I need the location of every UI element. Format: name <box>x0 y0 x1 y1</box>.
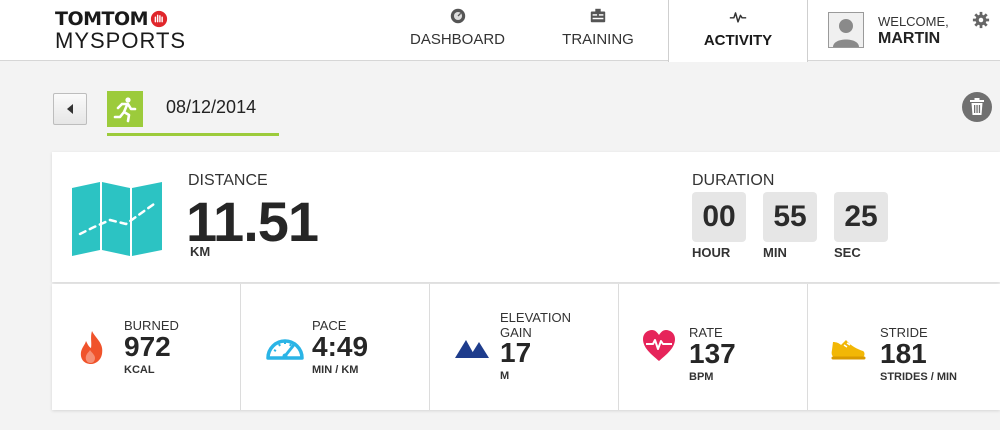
delete-activity-button[interactable] <box>962 92 992 122</box>
stat-rate-unit: BPM <box>689 371 714 383</box>
heartbeat-icon <box>729 12 747 23</box>
duration-minutes: 55 <box>763 192 817 242</box>
stat-rate-value: 137 <box>689 338 736 369</box>
running-icon <box>113 97 137 123</box>
duration-hours-unit: HOUR <box>692 245 731 260</box>
avatar[interactable] <box>828 12 864 48</box>
heart-rate-icon <box>643 330 675 361</box>
flame-icon <box>80 331 103 364</box>
nav-dashboard-label: DASHBOARD <box>409 31 506 48</box>
logo-product-text: MYSPORTS <box>55 28 187 53</box>
duration-seconds: 25 <box>834 192 888 242</box>
sport-type-badge <box>107 91 143 127</box>
nav-training[interactable]: TRAINING <box>548 0 648 61</box>
dashboard-icon <box>450 8 465 24</box>
duration-minutes-unit: MIN <box>763 245 787 260</box>
stat-elevation-gain: ELEVATION GAIN 17 M <box>430 284 618 410</box>
welcome-text: WELCOME, <box>878 14 949 29</box>
stat-burned-value: 972 <box>124 331 171 362</box>
stat-elevation-label: ELEVATION GAIN <box>500 310 571 340</box>
nav-activity[interactable]: ACTIVITY <box>668 0 808 62</box>
stat-pace: PACE 4:49 MIN / KM <box>241 284 429 410</box>
stat-elevation-label-line1: ELEVATION <box>500 310 572 325</box>
nav-dashboard[interactable]: DASHBOARD <box>400 0 515 61</box>
activity-date: 08/12/2014 <box>166 97 257 117</box>
stat-burned-unit: KCAL <box>124 364 155 376</box>
mountain-icon <box>455 340 489 358</box>
logo-brand-text: TOMTOM <box>55 8 149 30</box>
nav-training-label: TRAINING <box>562 31 634 48</box>
gear-icon[interactable] <box>972 11 990 29</box>
stat-elevation-value: 17 <box>500 337 532 368</box>
activity-summary-card: DISTANCE 11.51 KM DURATION 00 55 25 HOUR… <box>52 152 1000 282</box>
previous-activity-button[interactable] <box>53 93 87 125</box>
stat-stride-value: 181 <box>880 338 927 369</box>
activity-stats-row: BURNED 972 KCAL PACE 4:49 MIN / KM ELEVA… <box>52 284 1000 410</box>
stat-heart-rate: RATE 137 BPM <box>619 284 807 410</box>
tomtom-mysports-logo[interactable]: TOMTOM MYSPORTS <box>55 8 186 52</box>
chevron-left-icon <box>67 104 73 114</box>
duration-seconds-unit: SEC <box>834 245 861 260</box>
top-header: TOMTOM MYSPORTS DASHBOARD TRAINING ACTIV… <box>0 0 1000 62</box>
trash-icon <box>970 98 984 115</box>
user-menu[interactable]: WELCOME, MARTIN <box>828 12 949 48</box>
stat-pace-unit: MIN / KM <box>312 364 359 376</box>
stat-elevation-unit: M <box>500 370 510 382</box>
nav-activity-label: ACTIVITY <box>703 32 773 49</box>
date-underline <box>107 133 279 136</box>
user-silhouette-icon <box>829 13 863 47</box>
tomtom-hand-icon <box>150 10 168 28</box>
stat-stride-unit: STRIDES / MIN <box>880 371 958 383</box>
stat-pace-value: 4:49 <box>312 331 369 362</box>
duration-label: DURATION <box>692 172 775 189</box>
map-icon <box>72 182 162 256</box>
stat-burned: BURNED 972 KCAL <box>52 284 240 410</box>
shoe-icon <box>831 340 866 360</box>
user-name: MARTIN <box>878 30 941 47</box>
stat-stride: STRIDE 181 STRIDES / MIN <box>808 284 1000 410</box>
speedometer-icon <box>266 339 304 360</box>
training-icon <box>590 8 606 23</box>
duration-hours: 00 <box>692 192 746 242</box>
distance-unit: KM <box>190 244 211 259</box>
distance-label: DISTANCE <box>188 172 268 189</box>
